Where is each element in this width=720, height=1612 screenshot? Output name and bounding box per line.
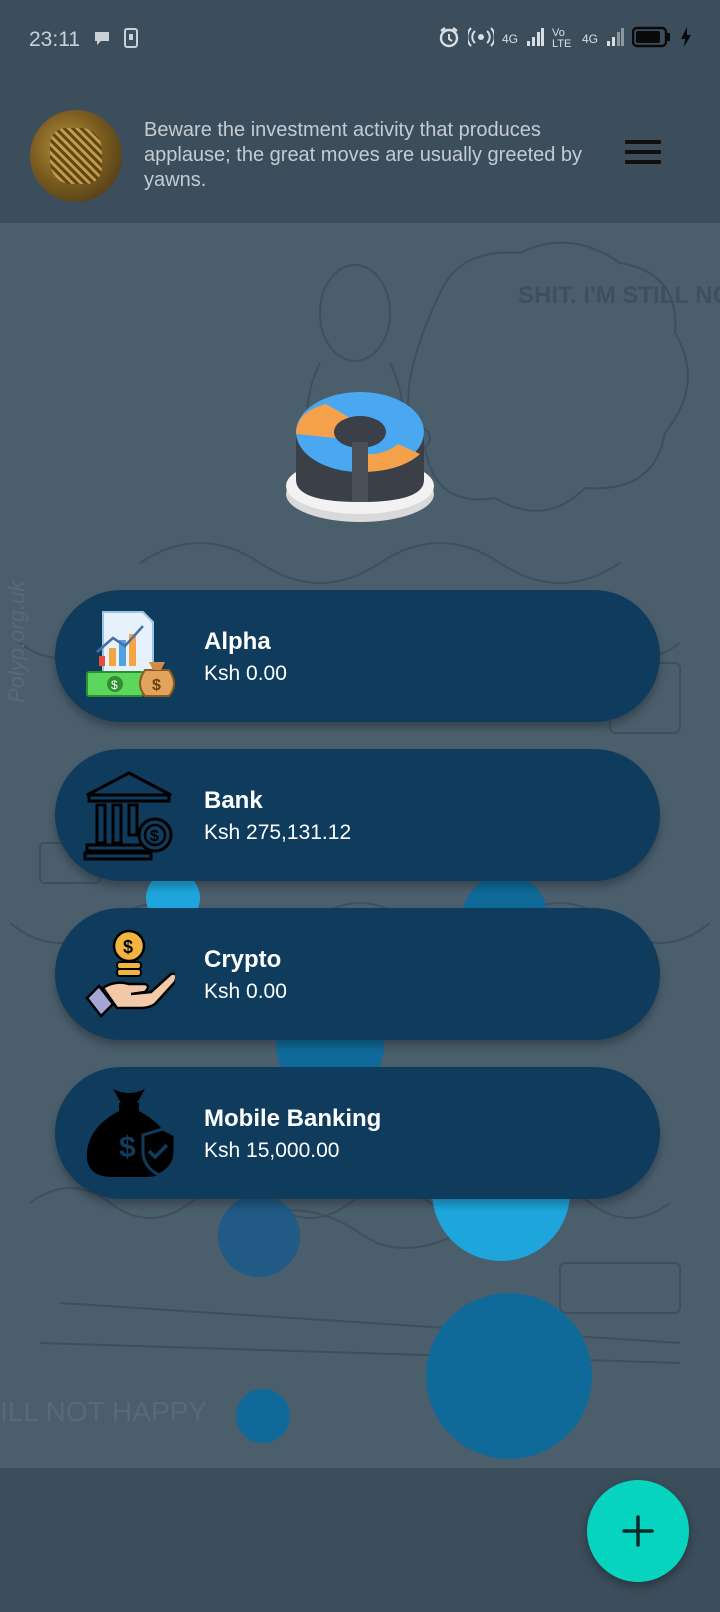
network-label-3: 4G	[581, 31, 598, 46]
avatar[interactable]	[30, 110, 122, 202]
account-card-bank[interactable]: $ Bank Ksh 275,131.12	[55, 749, 660, 881]
decor-bubble	[426, 1293, 592, 1459]
account-balance: Ksh 275,131.12	[204, 821, 352, 844]
decor-bubble	[236, 1389, 290, 1443]
svg-text:$: $	[152, 677, 161, 694]
svg-text:$: $	[111, 678, 118, 692]
thought-bubble-text: SHIT. I'M STILL NOT HAPPY...	[518, 282, 720, 309]
network-label-1: 4G	[501, 31, 518, 46]
account-name: Alpha	[204, 628, 271, 655]
account-name: Crypto	[204, 946, 282, 973]
status-time: 23:11	[29, 28, 80, 51]
hand-coin-icon: $	[85, 929, 175, 1018]
account-balance: Ksh 0.00	[204, 980, 287, 1003]
account-card-crypto[interactable]: $ Crypto Ksh 0.00	[55, 908, 660, 1040]
account-name: Bank	[204, 787, 263, 814]
header-quote: Beware the investment activity that prod…	[144, 119, 583, 191]
account-name: Mobile Banking	[204, 1105, 382, 1132]
alarm-icon	[438, 26, 460, 51]
status-bar: 23:11 4G Vo LTE 4G	[0, 0, 720, 80]
bottom-caption: ILL NOT HAPPY	[0, 1396, 207, 1427]
charging-icon	[680, 26, 692, 51]
money-bag-shield-icon: $	[86, 1089, 175, 1177]
investment-chart-money-icon: $ $	[86, 611, 175, 697]
svg-text:$: $	[150, 828, 159, 845]
side-credit: Polyp.org.uk	[4, 580, 29, 703]
decor-bubble	[218, 1195, 300, 1277]
battery-icon	[631, 26, 672, 51]
svg-text:$: $	[119, 1131, 136, 1164]
svg-text:$: $	[123, 937, 133, 957]
bank-building-icon: $	[83, 771, 173, 861]
signal-icon-1	[526, 27, 544, 50]
plus-icon	[622, 1515, 654, 1547]
menu-icon[interactable]	[625, 140, 661, 168]
app-logo-icon	[286, 392, 434, 522]
account-card-mobile-banking[interactable]: $ Mobile Banking Ksh 15,000.00	[55, 1067, 660, 1199]
account-balance: Ksh 15,000.00	[204, 1139, 340, 1162]
network-label-2: Vo LTE	[551, 26, 572, 50]
message-icon	[92, 28, 112, 54]
add-account-button[interactable]	[587, 1480, 689, 1582]
signal-icon-2	[606, 27, 624, 50]
account-balance: Ksh 0.00	[204, 662, 287, 685]
hotspot-icon	[466, 27, 496, 50]
account-card-alpha[interactable]: $ $ Alpha Ksh 0.00	[55, 590, 660, 722]
sim-icon	[124, 28, 138, 54]
